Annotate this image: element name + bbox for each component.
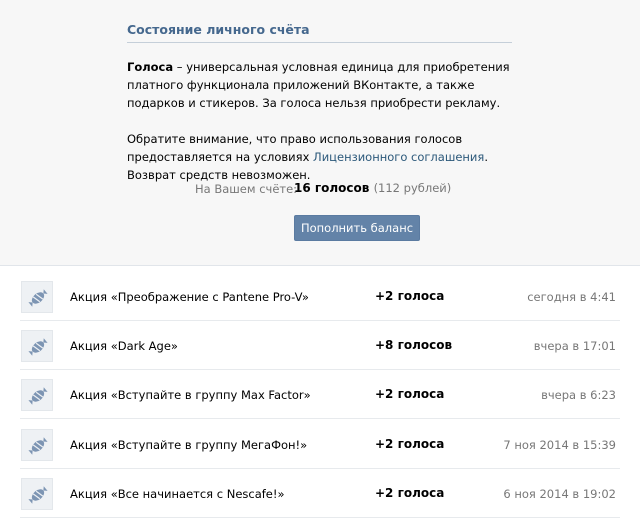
transaction-name: Акция «Вступайте в группу МегаФон!» — [70, 438, 308, 452]
candy-icon — [21, 379, 53, 411]
transaction-name: Акция «Преображение с Pantene Pro-V» — [70, 290, 309, 304]
candy-icon — [21, 478, 53, 510]
license-notice: Обратите внимание, что право использован… — [127, 130, 512, 184]
balance-rubles: (112 рублей) — [373, 181, 452, 195]
balance-votes: 16 голосов — [294, 181, 370, 195]
transaction-time: 6 ноя 2014 в 19:02 — [503, 487, 616, 501]
candy-icon — [21, 281, 53, 313]
topup-balance-button[interactable]: Пополнить баланс — [294, 215, 420, 241]
transaction-row: Акция «Все начинается с Nescafe!» +2 голо… — [0, 468, 640, 518]
account-status-panel: Состояние личного счёта Голоса – универс… — [0, 0, 640, 266]
candy-icon — [21, 330, 53, 362]
transaction-amount: +2 голоса — [375, 289, 445, 303]
transaction-time: вчера в 6:23 — [541, 388, 616, 402]
transaction-name: Акция «Все начинается с Nescafe!» — [70, 487, 285, 501]
transaction-row: Акция «Вступайте в группу Max Factor» +2 … — [0, 369, 640, 419]
balance-label: На Вашем счёте: — [195, 182, 298, 196]
title-divider — [127, 42, 512, 43]
transaction-name: Акция «Dark Age» — [70, 339, 178, 353]
votes-description-text: – универсальная условная единица для при… — [127, 60, 510, 110]
transaction-amount: +2 голоса — [375, 387, 445, 401]
votes-term: Голоса — [127, 60, 174, 74]
transaction-time: сегодня в 4:41 — [527, 290, 616, 304]
license-agreement-link[interactable]: Лицензионного соглашения — [313, 150, 484, 164]
transaction-amount: +2 голоса — [375, 486, 445, 500]
balance-value: 16 голосов (112 рублей) — [294, 181, 451, 195]
transaction-row: Акция «Вступайте в группу МегаФон!» +2 го… — [0, 419, 640, 469]
transaction-amount: +8 голосов — [375, 338, 453, 352]
page-title: Состояние личного счёта — [127, 22, 310, 37]
candy-icon — [21, 429, 53, 461]
transaction-time: вчера в 17:01 — [533, 339, 616, 353]
votes-description: Голоса – универсальная условная единица … — [127, 58, 512, 112]
transaction-time: 7 ноя 2014 в 15:39 — [503, 438, 616, 452]
transaction-row: Акция «Преображение с Pantene Pro-V» +2 г… — [0, 271, 640, 321]
transaction-amount: +2 голоса — [375, 437, 445, 451]
transaction-name: Акция «Вступайте в группу Max Factor» — [70, 388, 311, 402]
transaction-row: Акция «Dark Age» +8 голосов вчера в 17:01 — [0, 320, 640, 370]
